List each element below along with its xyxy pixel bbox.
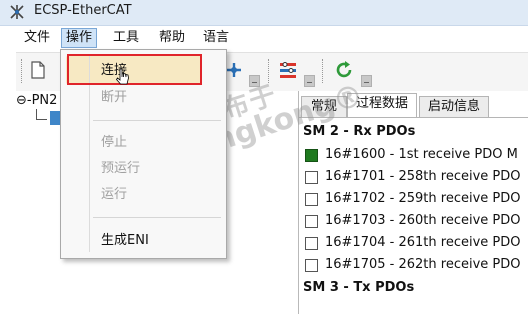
configure-dropdown[interactable]: [304, 75, 315, 87]
pdo-checkbox[interactable]: [305, 259, 318, 272]
pdo-checkbox[interactable]: [305, 171, 318, 184]
menu-bar: 文件 操作 工具 帮助 语言: [0, 26, 528, 49]
pdo-checkbox[interactable]: [305, 237, 318, 250]
ethercat-app-icon: [10, 5, 24, 19]
pdo-row-label: 16#1703 - 260th receive PDO: [325, 213, 521, 228]
network-scan-dropdown[interactable]: [249, 75, 260, 87]
pdo-row[interactable]: 16#1705 - 262th receive PDO: [305, 256, 528, 276]
pdo-checkbox[interactable]: [305, 215, 318, 228]
details-panel: 常规 过程数据 启动信息 SM 2 - Rx PDOs 16#1600 - 1st…: [299, 91, 528, 314]
pdo-section-title: SM 3 - Tx PDOs: [303, 280, 415, 295]
menu-item-disconnect[interactable]: 断开: [101, 88, 127, 108]
menu-file[interactable]: 文件: [20, 29, 54, 47]
menu-operation[interactable]: 操作: [61, 28, 98, 48]
refresh-icon[interactable]: [334, 60, 354, 80]
toolbar-grip: [322, 59, 326, 83]
process-data-content: SM 2 - Rx PDOs 16#1600 - 1st receive PDO …: [299, 117, 528, 315]
pdo-row-label: 16#1704 - 261th receive PDO: [325, 235, 521, 250]
title-bar: ECSP-EtherCAT: [0, 0, 528, 26]
pdo-row-label: 16#1701 - 258th receive PDO: [325, 169, 521, 184]
window-title: ECSP-EtherCAT: [34, 3, 132, 18]
tab-startup-info[interactable]: 启动信息: [419, 96, 489, 117]
menu-item-run[interactable]: 运行: [101, 185, 127, 205]
toolbar-grip: [268, 59, 272, 83]
toolbar-grip: [21, 59, 25, 83]
pdo-checkbox[interactable]: [305, 149, 318, 162]
highlight-annotation-box: [67, 54, 202, 85]
menu-item-generate-eni[interactable]: 生成ENI: [101, 231, 149, 251]
tab-general[interactable]: 常规: [301, 96, 347, 117]
pdo-row-label: 16#1705 - 262th receive PDO: [325, 257, 521, 272]
pdo-row-label: 16#1702 - 259th receive PDO: [325, 191, 521, 206]
refresh-dropdown[interactable]: [361, 75, 372, 87]
menu-item-preop[interactable]: 预运行: [101, 159, 140, 179]
mouse-pointer-icon: [116, 68, 129, 85]
pdo-row[interactable]: 16#1703 - 260th receive PDO: [305, 212, 528, 232]
tree-root-label: PN2: [31, 93, 58, 108]
pdo-row[interactable]: 16#1600 - 1st receive PDO M: [305, 146, 528, 166]
pdo-section-title: SM 2 - Rx PDOs: [303, 124, 416, 139]
pdo-checkbox[interactable]: [305, 193, 318, 206]
menu-language[interactable]: 语言: [199, 29, 233, 47]
menu-tools[interactable]: 工具: [109, 29, 143, 47]
tab-process-data[interactable]: 过程数据: [347, 93, 417, 117]
menu-separator: [93, 120, 221, 121]
configure-icon[interactable]: [278, 60, 298, 80]
pdo-row[interactable]: 16#1702 - 259th receive PDO: [305, 190, 528, 210]
new-document-icon[interactable]: [28, 60, 48, 80]
pdo-row-label: 16#1600 - 1st receive PDO M: [325, 147, 518, 162]
pdo-row[interactable]: 16#1701 - 258th receive PDO: [305, 168, 528, 188]
pdo-row[interactable]: 16#1704 - 261th receive PDO: [305, 234, 528, 254]
menu-help[interactable]: 帮助: [155, 29, 189, 47]
network-scan-icon[interactable]: [224, 60, 244, 80]
menu-item-stop[interactable]: 停止: [101, 133, 127, 153]
tree-root-item[interactable]: ⊖-PN2: [16, 93, 57, 108]
tree-connector: [36, 109, 47, 120]
menu-separator: [93, 217, 221, 218]
